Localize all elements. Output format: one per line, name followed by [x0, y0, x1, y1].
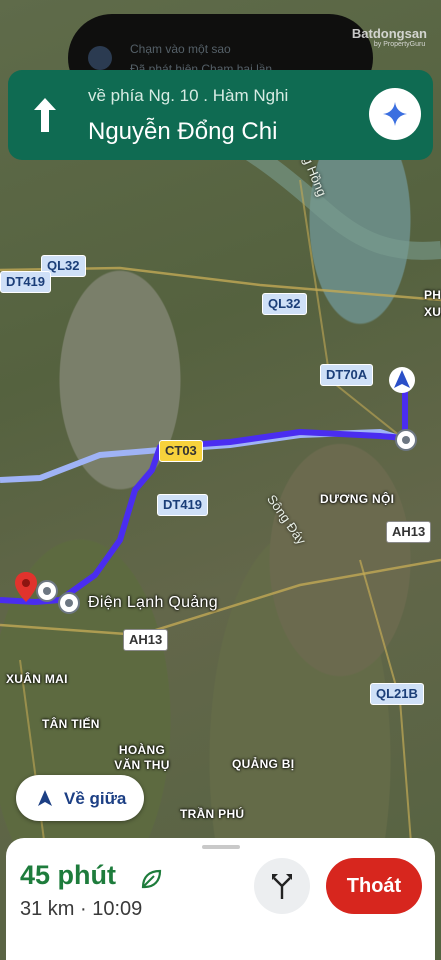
road-label-ah13: AH13: [386, 521, 432, 543]
distance-eta: 31 km · 10:09: [20, 898, 143, 920]
recenter-label: Về giữa: [64, 789, 127, 808]
road-label-ct03: CT03: [159, 440, 203, 462]
road-label-dt70a: DT70A: [320, 364, 374, 386]
exit-navigation-button[interactable]: Thoát: [326, 858, 422, 914]
status-line: Chạm vào một sao: [130, 42, 231, 56]
recenter-button[interactable]: Về giữa: [16, 775, 144, 821]
poi-pin[interactable]: [58, 592, 80, 614]
assistant-button[interactable]: [369, 88, 421, 140]
app-icon: [88, 46, 112, 70]
road-label-dt419: DT419: [0, 271, 52, 293]
poi-pin[interactable]: [36, 580, 58, 602]
toward-text: về phía Ng. 10 . Hàm Nghi: [88, 86, 289, 105]
drag-handle[interactable]: [202, 845, 240, 849]
place-edge: XUÂ: [424, 305, 441, 319]
trip-summary-sheet: 45 phút 31 km · 10:09 Thoát: [6, 838, 435, 960]
current-location-icon: [389, 367, 415, 393]
road-label-ah13: AH13: [123, 629, 169, 651]
watermark-tagline: by PropertyGuru: [373, 41, 426, 48]
destination-marker-icon[interactable]: [14, 572, 38, 608]
street-name: Nguyễn Đổng Chi: [88, 118, 278, 145]
route-line: [0, 380, 408, 605]
watermark-brand: Batdongsan: [351, 26, 427, 41]
road-label-dt419: DT419: [157, 494, 209, 516]
place-xuan-mai: XUÂN MAI: [6, 672, 68, 686]
navigation-arrow-icon: [38, 790, 52, 806]
road-label-ql32: QL32: [262, 293, 307, 315]
alternate-routes-button[interactable]: [254, 858, 310, 914]
place-dien-lanh[interactable]: Điện Lạnh Quảng: [88, 594, 218, 612]
eco-leaf-icon: [141, 869, 162, 889]
trip-duration: 45 phút: [20, 860, 117, 890]
sparkle-icon: [383, 102, 407, 126]
poi-pin[interactable]: [395, 429, 417, 451]
place-edge: PH: [424, 288, 441, 302]
place-duong-noi: DƯƠNG NỘI: [320, 492, 395, 506]
place-hoang-van-thu: HOÀNG VĂN THỤ: [114, 743, 170, 772]
navigation-banner[interactable]: về phía Ng. 10 . Hàm Nghi Nguyễn Đổng Ch…: [8, 70, 433, 160]
fork-route-icon: [272, 874, 292, 899]
place-quang-bi: QUẢNG BỊ: [232, 757, 295, 771]
road-label-ql21b: QL21B: [370, 683, 424, 705]
straight-arrow-icon: [34, 98, 56, 132]
watermark: Batdongsan by PropertyGuru: [352, 26, 427, 48]
place-tran-phu: TRẦN PHÚ: [180, 807, 245, 821]
place-tan-tien: TÂN TIẾN: [42, 717, 100, 731]
